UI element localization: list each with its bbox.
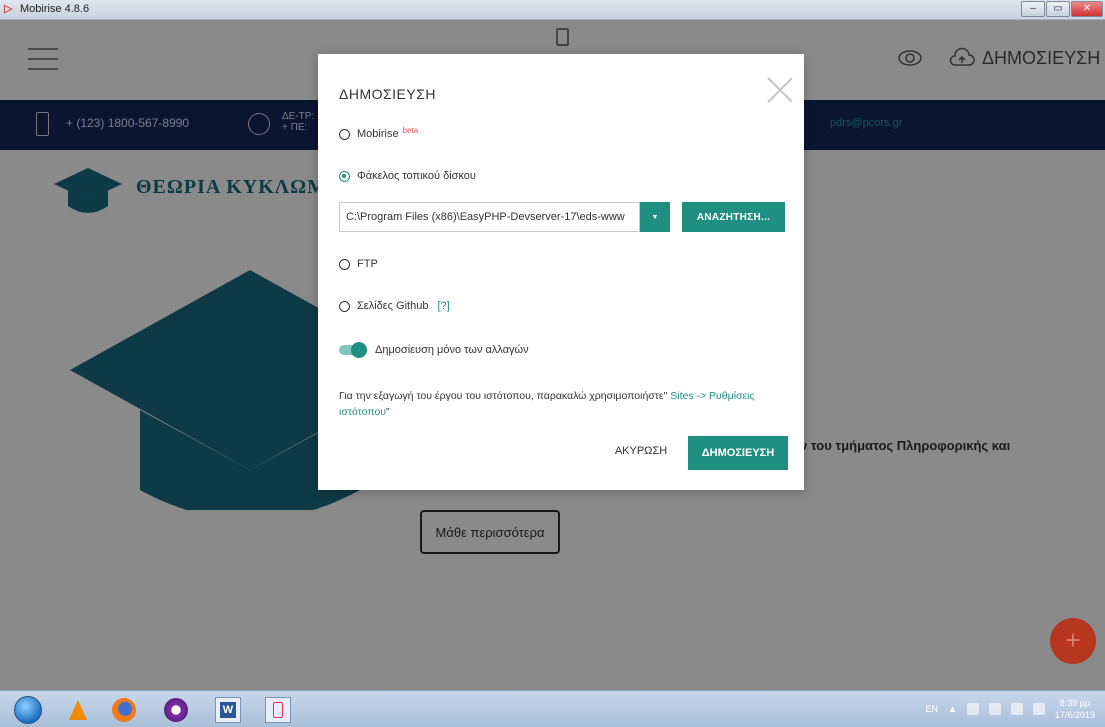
site-logo-text: ΘΕΩΡΙΑ ΚΥΚΛΩΜ <box>136 176 328 198</box>
cancel-button[interactable]: ΑΚΥΡΩΣΗ <box>614 441 668 461</box>
window-titlebar: ▷ Mobirise 4.8.6 – ▭ ✕ <box>0 0 1105 20</box>
option-local-folder[interactable]: Φάκελος τοπικού δίσκου <box>339 170 476 182</box>
windows-taskbar: W EN ▲ 8:39 μμ 17/6/2019 <box>0 690 1105 727</box>
volume-icon[interactable] <box>1032 703 1045 715</box>
option-mobirise-label: Mobirise <box>357 128 399 140</box>
maximize-button[interactable]: ▭ <box>1046 1 1070 17</box>
contact-phone: + (123) 1800-567-8990 <box>66 116 190 130</box>
close-window-button[interactable]: ✕ <box>1071 1 1103 17</box>
vlc-taskbar-icon[interactable] <box>58 695 98 725</box>
radio-ftp[interactable] <box>339 258 350 270</box>
network-icon[interactable] <box>988 703 1001 715</box>
dialog-title: ΔΗΜΟΣΙΕΥΣΗ <box>339 86 436 102</box>
publish-top-label: ΔΗΜΟΣΙΕΥΣΗ <box>982 47 1101 68</box>
radio-local-folder[interactable] <box>339 170 350 182</box>
windows-start-icon <box>14 696 42 724</box>
option-github-label: Σελίδες Github <box>357 300 429 312</box>
publish-changes-toggle[interactable] <box>339 342 367 358</box>
tray-clock[interactable]: 8:39 μμ 17/6/2019 <box>1055 697 1095 721</box>
note-text: Για την εξαγωγή του έργου του ιστότοπου,… <box>339 390 668 402</box>
browse-button[interactable]: ΑΝΑΖΗΤΗΣΗ... <box>682 202 785 232</box>
tray-arrow-icon[interactable]: ▲ <box>948 704 957 714</box>
learn-more-button[interactable]: Μάθε περισσότερα <box>420 510 560 554</box>
clock-date: 17/6/2019 <box>1054 710 1095 720</box>
hours-line-1: ΔΕ-ΤΡ: <box>282 111 315 122</box>
publish-top-button[interactable]: ΔΗΜΟΣΙΕΥΣΗ <box>948 45 1100 71</box>
mobirise-taskbar-icon[interactable] <box>258 695 298 725</box>
language-indicator[interactable]: EN <box>926 704 939 714</box>
option-github[interactable]: Σελίδες Github [?] <box>339 300 450 312</box>
hours-line-2: + ΠΕ: <box>282 122 308 133</box>
start-button[interactable] <box>8 695 48 725</box>
mobile-view-icon[interactable] <box>556 28 569 46</box>
tor-browser-taskbar-icon[interactable] <box>156 695 196 725</box>
firefox-taskbar-icon[interactable] <box>104 695 144 725</box>
radio-mobirise[interactable] <box>339 128 350 140</box>
add-block-button[interactable]: + <box>1050 618 1096 664</box>
mobirise-app-icon: ▷ <box>4 3 13 15</box>
graduation-cap-logo-icon <box>54 168 122 213</box>
option-mobirise[interactable]: Mobirise beta <box>339 125 419 140</box>
publish-dialog: ΔΗΜΟΣΙΕΥΣΗ Mobirise beta Φάκελος τοπικού… <box>318 54 804 490</box>
export-note: Για την εξαγωγή του έργου του ιστότοπου,… <box>339 388 769 420</box>
option-ftp-label: FTP <box>357 258 378 270</box>
minimize-button[interactable]: – <box>1021 1 1045 17</box>
phone-icon <box>36 112 49 136</box>
option-local-label: Φάκελος τοπικού δίσκου <box>357 170 476 182</box>
publish-button[interactable]: ΔΗΜΟΣΙΕΥΣΗ <box>688 436 788 470</box>
hero-description: ν του τμήματος Πληροφορικής και <box>800 438 1011 453</box>
publish-changes-only-row: Δημοσίευση μόνο των αλλαγών <box>339 342 529 358</box>
menu-icon[interactable] <box>28 48 58 70</box>
word-taskbar-icon[interactable]: W <box>208 695 248 725</box>
option-ftp[interactable]: FTP <box>339 258 378 270</box>
clock-icon <box>248 113 270 135</box>
window-title: Mobirise 4.8.6 <box>20 3 90 15</box>
note-end: " <box>386 406 390 418</box>
flag-icon[interactable] <box>966 703 979 715</box>
beta-badge: beta <box>402 125 419 135</box>
clock-time: 8:39 μμ <box>1059 698 1091 708</box>
cloud-upload-icon <box>949 47 975 66</box>
preview-eye-icon[interactable] <box>898 48 922 68</box>
folder-path-input[interactable] <box>339 202 640 232</box>
close-icon[interactable] <box>766 76 794 104</box>
path-dropdown-button[interactable]: ▼ <box>640 202 670 232</box>
github-help-link[interactable]: [?] <box>437 300 449 312</box>
radio-github[interactable] <box>339 300 350 312</box>
contact-hours: ΔΕ-ΤΡ: + ΠΕ: <box>282 111 314 133</box>
window-controls: – ▭ ✕ <box>1021 1 1103 18</box>
battery-icon[interactable] <box>1010 703 1023 715</box>
toggle-label: Δημοσίευση μόνο των αλλαγών <box>375 344 529 356</box>
system-tray: EN ▲ 8:39 μμ 17/6/2019 <box>926 693 1095 725</box>
contact-email: pdrs@pcors.gr <box>830 117 903 129</box>
